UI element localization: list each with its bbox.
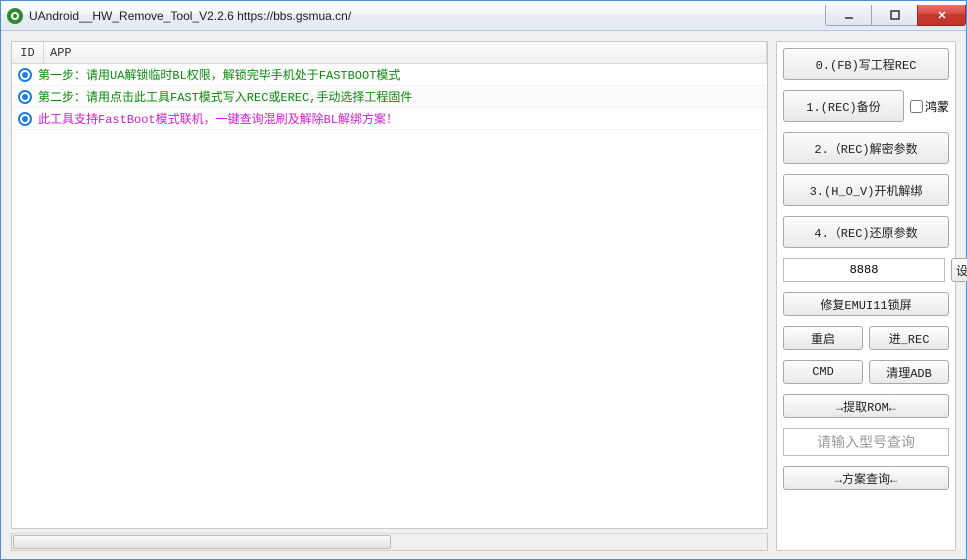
set-password-button[interactable]: 设置密码 bbox=[951, 258, 967, 282]
scrollbar-thumb[interactable] bbox=[13, 535, 391, 549]
model-search-input[interactable] bbox=[783, 428, 949, 456]
decrypt-params-button[interactable]: 2.（REC)解密参数 bbox=[783, 132, 949, 164]
list-header: ID APP bbox=[12, 42, 767, 64]
plan-query-button[interactable]: →方案查询← bbox=[783, 466, 949, 490]
action-panel: 0.(FB)写工程REC 1.(REC)备份 鸿蒙 2.（REC)解密参数 3.… bbox=[776, 41, 956, 551]
password-input[interactable] bbox=[783, 258, 945, 282]
clear-adb-button[interactable]: 清理ADB bbox=[869, 360, 949, 384]
bullet-icon bbox=[18, 112, 32, 126]
cmd-button[interactable]: CMD bbox=[783, 360, 863, 384]
restore-params-button[interactable]: 4.（REC)还原参数 bbox=[783, 216, 949, 248]
left-column: ID APP 第一步：请用UA解锁临时BL权限，解锁完毕手机处于FASTBOOT… bbox=[11, 41, 768, 551]
list-body[interactable]: 第一步：请用UA解锁临时BL权限，解锁完毕手机处于FASTBOOT模式 第二步：… bbox=[12, 64, 767, 528]
list-item[interactable]: 第一步：请用UA解锁临时BL权限，解锁完毕手机处于FASTBOOT模式 bbox=[12, 64, 767, 86]
fix-emui-lock-button[interactable]: 修复EMUI11锁屏 bbox=[783, 292, 949, 316]
app-window: UAndroid__HW_Remove_Tool_V2.2.6 https://… bbox=[0, 0, 967, 560]
horizontal-scrollbar[interactable] bbox=[11, 533, 768, 551]
reboot-button[interactable]: 重启 bbox=[783, 326, 863, 350]
bullet-icon bbox=[18, 90, 32, 104]
extract-rom-button[interactable]: →提取ROM← bbox=[783, 394, 949, 418]
list-item-text: 第一步：请用UA解锁临时BL权限，解锁完毕手机处于FASTBOOT模式 bbox=[38, 66, 400, 83]
boot-unbind-button[interactable]: 3.(H_O_V)开机解绑 bbox=[783, 174, 949, 206]
list-item-text: 此工具支持FastBoot模式联机，一键查询混刷及解除BL解绑方案！ bbox=[38, 110, 398, 127]
list-item-text: 第二步：请用点击此工具FAST模式写入REC或EREC,手动选择工程固件 bbox=[38, 88, 412, 105]
minimize-button[interactable] bbox=[825, 5, 872, 26]
column-header-id[interactable]: ID bbox=[12, 42, 44, 63]
column-header-app[interactable]: APP bbox=[44, 42, 767, 63]
window-controls bbox=[826, 5, 966, 26]
harmony-checkbox-input[interactable] bbox=[910, 100, 923, 113]
window-title: UAndroid__HW_Remove_Tool_V2.2.6 https://… bbox=[29, 9, 351, 23]
harmony-checkbox[interactable]: 鸿蒙 bbox=[910, 90, 949, 122]
list-item[interactable]: 此工具支持FastBoot模式联机，一键查询混刷及解除BL解绑方案！ bbox=[12, 108, 767, 130]
app-icon bbox=[7, 8, 23, 24]
enter-rec-button[interactable]: 进_REC bbox=[869, 326, 949, 350]
client-area: ID APP 第一步：请用UA解锁临时BL权限，解锁完毕手机处于FASTBOOT… bbox=[1, 31, 966, 559]
harmony-checkbox-label: 鸿蒙 bbox=[925, 98, 949, 115]
log-list: ID APP 第一步：请用UA解锁临时BL权限，解锁完毕手机处于FASTBOOT… bbox=[11, 41, 768, 529]
backup-button[interactable]: 1.(REC)备份 bbox=[783, 90, 904, 122]
close-button[interactable] bbox=[917, 5, 966, 26]
bullet-icon bbox=[18, 68, 32, 82]
write-rec-button[interactable]: 0.(FB)写工程REC bbox=[783, 48, 949, 80]
list-item[interactable]: 第二步：请用点击此工具FAST模式写入REC或EREC,手动选择工程固件 bbox=[12, 86, 767, 108]
titlebar[interactable]: UAndroid__HW_Remove_Tool_V2.2.6 https://… bbox=[1, 1, 966, 31]
maximize-button[interactable] bbox=[871, 5, 918, 26]
